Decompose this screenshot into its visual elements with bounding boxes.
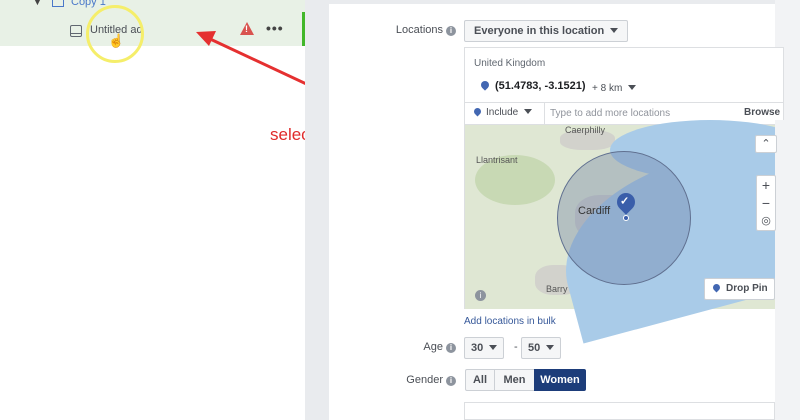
age-label: Age i — [380, 341, 456, 353]
map-info-icon[interactable]: i — [475, 290, 486, 301]
gender-option-men[interactable]: Men — [494, 369, 535, 391]
info-icon[interactable]: i — [446, 343, 456, 353]
add-locations-bulk-link[interactable]: Add locations in bulk — [464, 316, 556, 327]
tree-item-adset-copy[interactable]: ▼ Copy 1 — [0, 0, 305, 12]
info-icon[interactable]: i — [446, 376, 456, 386]
include-divider — [544, 103, 545, 124]
include-pin-icon — [472, 106, 483, 117]
locations-label: Locations i — [380, 24, 456, 36]
drop-pin-button[interactable]: Drop Pin — [704, 278, 775, 300]
radius-dropdown[interactable]: + 8 km — [592, 83, 637, 94]
location-pin-icon — [479, 79, 491, 91]
adset-icon — [52, 0, 64, 7]
age-separator: - — [514, 341, 518, 353]
adset-label: Copy 1 — [71, 0, 106, 8]
zoom-out-button[interactable]: − — [757, 194, 775, 212]
dropdown-caret-icon — [546, 345, 555, 350]
age-max-select[interactable]: 50 — [521, 337, 562, 359]
country-label: United Kingdom — [474, 58, 546, 69]
gender-label: Gender i — [380, 374, 456, 386]
audience-type-dropdown[interactable]: Everyone in this location — [464, 20, 629, 42]
next-field-box — [464, 402, 775, 420]
hand-cursor-icon: ☝ — [108, 33, 125, 48]
ad-icon — [70, 25, 82, 37]
zoom-in-button[interactable]: + — [757, 176, 775, 194]
map-place-barry: Barry — [546, 284, 568, 294]
info-icon[interactable]: i — [446, 26, 456, 36]
map-place-cardiff: Cardiff — [578, 205, 611, 217]
panel-top-divider — [329, 0, 800, 4]
drop-pin-icon — [711, 282, 722, 293]
chevron-up-icon[interactable]: ⌃ — [755, 135, 777, 153]
include-dropdown[interactable]: Include — [472, 106, 533, 118]
pin-dot — [623, 215, 629, 221]
location-coordinates[interactable]: (51.4783, -3.1521) — [479, 79, 586, 92]
locate-icon[interactable]: ◎ — [757, 212, 775, 230]
panel-gap — [305, 0, 329, 420]
dropdown-caret-icon — [489, 345, 498, 350]
collapse-caret-icon[interactable]: ▼ — [33, 0, 42, 7]
map-place-caerphilly: Caerphilly — [565, 125, 606, 135]
map-edge-mask — [775, 120, 800, 320]
dropdown-caret-icon — [610, 28, 619, 33]
include-caret-icon — [524, 109, 533, 114]
map-place-llantrisant: Llantrisant — [476, 155, 518, 165]
gender-option-women[interactable]: Women — [534, 369, 586, 391]
browse-button[interactable]: Browse — [744, 107, 780, 118]
gender-option-all[interactable]: All — [465, 369, 495, 391]
map-zoom-controls: + − ◎ — [756, 175, 776, 231]
radius-caret-icon — [628, 85, 637, 90]
age-min-select[interactable]: 30 — [464, 337, 505, 359]
